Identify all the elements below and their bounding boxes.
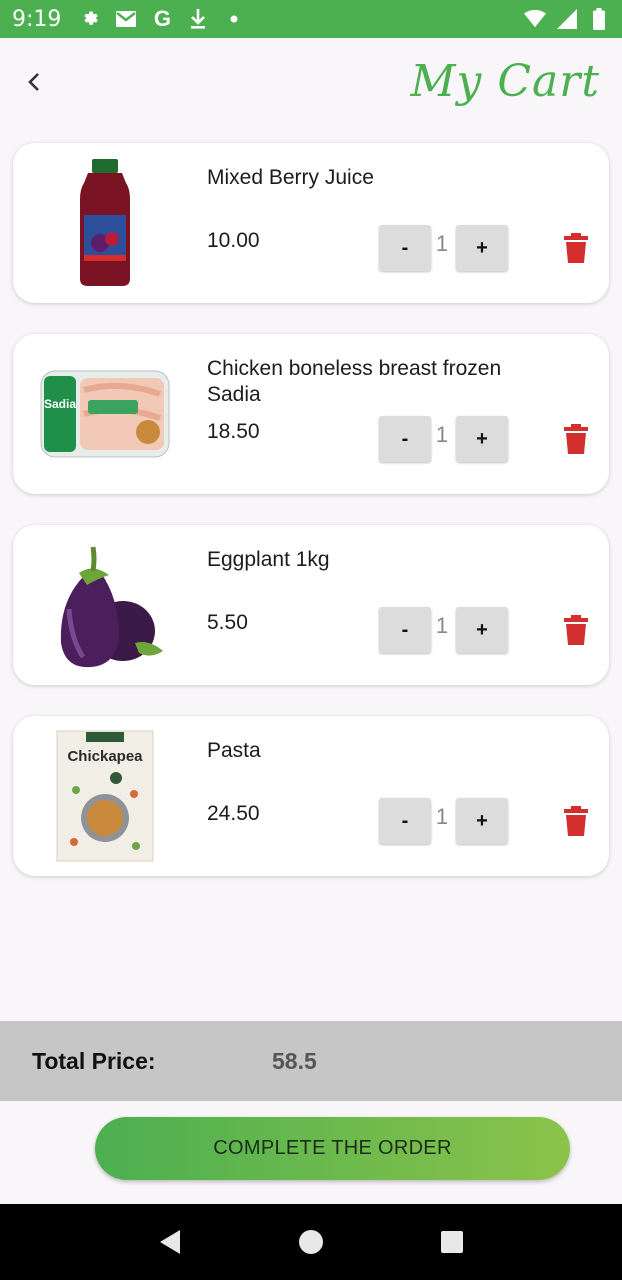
dot-icon — [223, 8, 245, 30]
eggplant-image — [35, 539, 175, 671]
pasta-box-image: Chickapea — [35, 730, 175, 862]
cart-item-card: Mixed Berry Juice 10.00 - 1 + — [13, 143, 609, 303]
svg-text:Sadia: Sadia — [44, 397, 76, 411]
quantity-value: 1 — [435, 613, 449, 638]
chevron-left-icon — [28, 73, 39, 91]
svg-text:Chickapea: Chickapea — [67, 748, 143, 765]
trash-icon — [564, 424, 588, 454]
delete-button[interactable] — [561, 804, 591, 838]
item-name: Eggplant 1kg — [207, 548, 330, 571]
page-title: My Cart — [410, 56, 600, 107]
status-icons-right — [524, 8, 610, 30]
quantity-decrease-button[interactable]: - — [379, 798, 431, 844]
google-g-icon: G — [153, 6, 171, 31]
recents-square-icon — [440, 1231, 463, 1253]
status-time: 9:19 — [12, 6, 62, 32]
item-price: 18.50 — [207, 420, 260, 443]
item-name: Chicken boneless breast frozen Sadia — [207, 357, 502, 406]
quantity-decrease-button[interactable]: - — [379, 416, 431, 462]
quantity-value: 1 — [435, 231, 449, 256]
total-bar: Total Price: 58.5 — [0, 1021, 622, 1101]
quantity-increase-button[interactable]: + — [456, 225, 508, 271]
trash-icon — [564, 615, 588, 645]
cart-item-card: Chickapea Pasta 24.50 - 1 + — [13, 716, 609, 876]
nav-back-button[interactable] — [150, 1222, 190, 1262]
status-bar: 9:19 G — [0, 0, 622, 38]
download-icon — [187, 8, 209, 30]
delete-button[interactable] — [561, 422, 591, 456]
back-button[interactable] — [18, 66, 50, 98]
cart-item-card: Eggplant 1kg 5.50 - 1 + — [13, 525, 609, 685]
delete-button[interactable] — [561, 231, 591, 265]
complete-order-button[interactable]: COMPLETE THE ORDER — [95, 1117, 570, 1180]
item-price: 10.00 — [207, 229, 260, 252]
quantity-increase-button[interactable]: + — [456, 416, 508, 462]
juice-bottle-image — [35, 157, 175, 289]
mail-icon — [115, 8, 137, 30]
wifi-icon — [524, 8, 546, 30]
item-name: Pasta — [207, 739, 261, 762]
status-icons-left: G — [79, 6, 245, 31]
back-triangle-icon — [160, 1230, 181, 1254]
system-nav-bar — [0, 1204, 622, 1280]
battery-icon — [588, 8, 610, 30]
total-value: 58.5 — [272, 1048, 317, 1074]
quantity-increase-button[interactable]: + — [456, 607, 508, 653]
trash-icon — [564, 806, 588, 836]
item-price: 5.50 — [207, 611, 248, 634]
quantity-decrease-button[interactable]: - — [379, 607, 431, 653]
cart-list: Mixed Berry Juice 10.00 - 1 + Sadia Chic… — [13, 143, 609, 907]
gear-icon — [79, 8, 101, 30]
item-price: 24.50 — [207, 802, 260, 825]
trash-icon — [564, 233, 588, 263]
nav-home-button[interactable] — [291, 1222, 331, 1262]
cart-item-card: Sadia Chicken boneless breast frozen Sad… — [13, 334, 609, 494]
quantity-value: 1 — [435, 422, 449, 447]
home-circle-icon — [298, 1230, 323, 1254]
total-label: Total Price: — [32, 1048, 156, 1074]
app-header: My Cart — [0, 38, 622, 138]
nav-recents-button[interactable] — [432, 1222, 472, 1262]
quantity-increase-button[interactable]: + — [456, 798, 508, 844]
chicken-pack-image: Sadia — [35, 348, 175, 480]
quantity-value: 1 — [435, 804, 449, 829]
quantity-decrease-button[interactable]: - — [379, 225, 431, 271]
delete-button[interactable] — [561, 613, 591, 647]
cell-signal-icon — [556, 8, 578, 30]
item-name: Mixed Berry Juice — [207, 166, 374, 189]
